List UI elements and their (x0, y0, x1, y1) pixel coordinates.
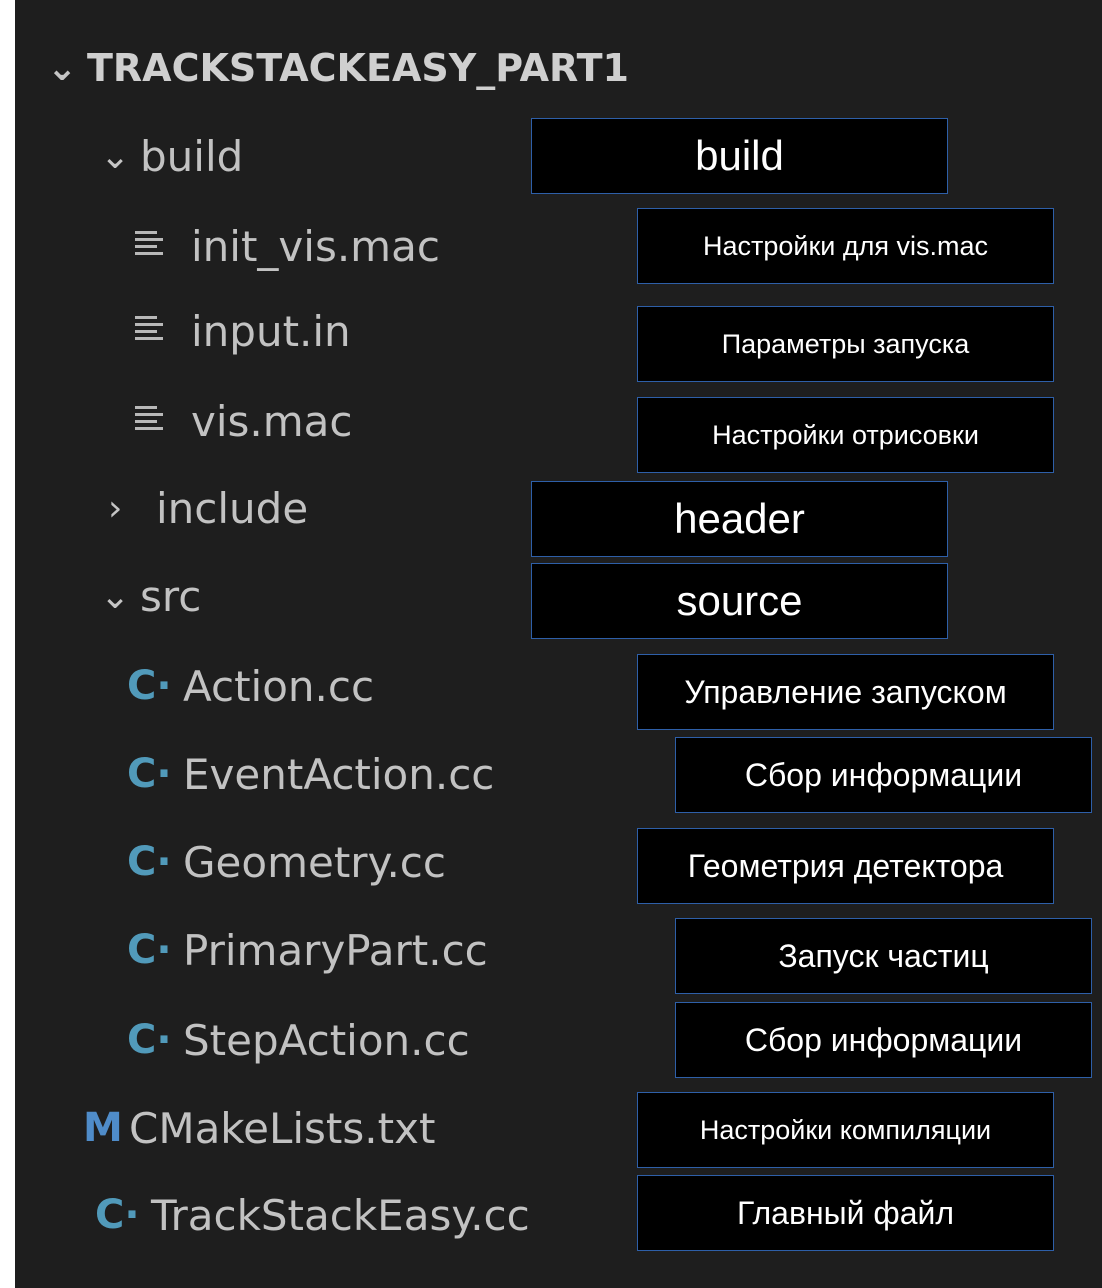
annotation-vis: Настройки отрисовки (637, 397, 1054, 473)
cpp-file-icon: C· (95, 1192, 140, 1238)
annotation-action: Управление запуском (637, 654, 1054, 730)
file-cmakelists-txt[interactable]: M CMakeLists.txt (83, 1088, 435, 1168)
file-label: input.in (191, 306, 351, 356)
annotation-src: source (531, 563, 948, 639)
cpp-file-icon: C· (127, 1017, 172, 1063)
file-vis-mac[interactable]: vis.mac (135, 381, 353, 461)
file-trackstackeasy-cc[interactable]: C· TrackStackEasy.cc (95, 1175, 530, 1255)
folder-label: src (140, 571, 202, 621)
file-primarypart-cc[interactable]: C· PrimaryPart.cc (127, 910, 488, 990)
cmake-file-icon: M (83, 1105, 123, 1151)
folder-label: include (156, 483, 309, 533)
cpp-file-icon: C· (127, 927, 172, 973)
file-input-in[interactable]: input.in (135, 291, 351, 371)
file-action-cc[interactable]: C· Action.cc (127, 646, 374, 726)
root-folder-label: TRACKSTACKEASY_PART1 (87, 46, 629, 90)
annotation-main: Главный файл (637, 1175, 1054, 1251)
file-label: EventAction.cc (183, 749, 495, 799)
folder-label: build (140, 131, 244, 181)
file-label: Geometry.cc (183, 837, 446, 887)
annotation-input: Параметры запуска (637, 306, 1054, 382)
annotation-cmake: Настройки компиляции (637, 1092, 1054, 1168)
folder-build[interactable]: ⌄ build (100, 116, 243, 196)
file-eventaction-cc[interactable]: C· EventAction.cc (127, 734, 494, 814)
file-label: StepAction.cc (183, 1015, 470, 1065)
text-file-icon (135, 222, 191, 271)
cpp-file-icon: C· (127, 663, 172, 709)
annotation-init-vis: Настройки для vis.mac (637, 208, 1054, 284)
file-label: CMakeLists.txt (129, 1103, 436, 1153)
annotation-event-action: Сбор информации (675, 737, 1092, 813)
cpp-file-icon: C· (127, 751, 172, 797)
file-init-vis-mac[interactable]: init_vis.mac (135, 206, 440, 286)
chevron-down-icon: ⌄ (100, 135, 131, 177)
folder-include[interactable]: › include (108, 468, 308, 548)
explorer-root-folder[interactable]: ⌄ TRACKSTACKEASY_PART1 (47, 28, 629, 108)
file-label: PrimaryPart.cc (183, 925, 488, 975)
file-label: Action.cc (183, 661, 375, 711)
cpp-file-icon: C· (127, 839, 172, 885)
folder-src[interactable]: ⌄ src (100, 556, 201, 636)
chevron-down-icon: ⌄ (47, 47, 78, 89)
annotation-build: build (531, 118, 948, 194)
file-stepaction-cc[interactable]: C· StepAction.cc (127, 1000, 470, 1080)
annotation-primary-part: Запуск частиц (675, 918, 1092, 994)
file-label: TrackStackEasy.cc (151, 1190, 530, 1240)
file-label: vis.mac (191, 396, 353, 446)
text-file-icon (135, 307, 191, 356)
file-label: init_vis.mac (191, 221, 440, 271)
annotation-step-action: Сбор информации (675, 1002, 1092, 1078)
annotation-include: header (531, 481, 948, 557)
annotation-geometry: Геометрия детектора (637, 828, 1054, 904)
file-geometry-cc[interactable]: C· Geometry.cc (127, 822, 446, 902)
chevron-right-icon: › (108, 487, 123, 529)
text-file-icon (135, 397, 191, 446)
chevron-down-icon: ⌄ (100, 575, 131, 617)
